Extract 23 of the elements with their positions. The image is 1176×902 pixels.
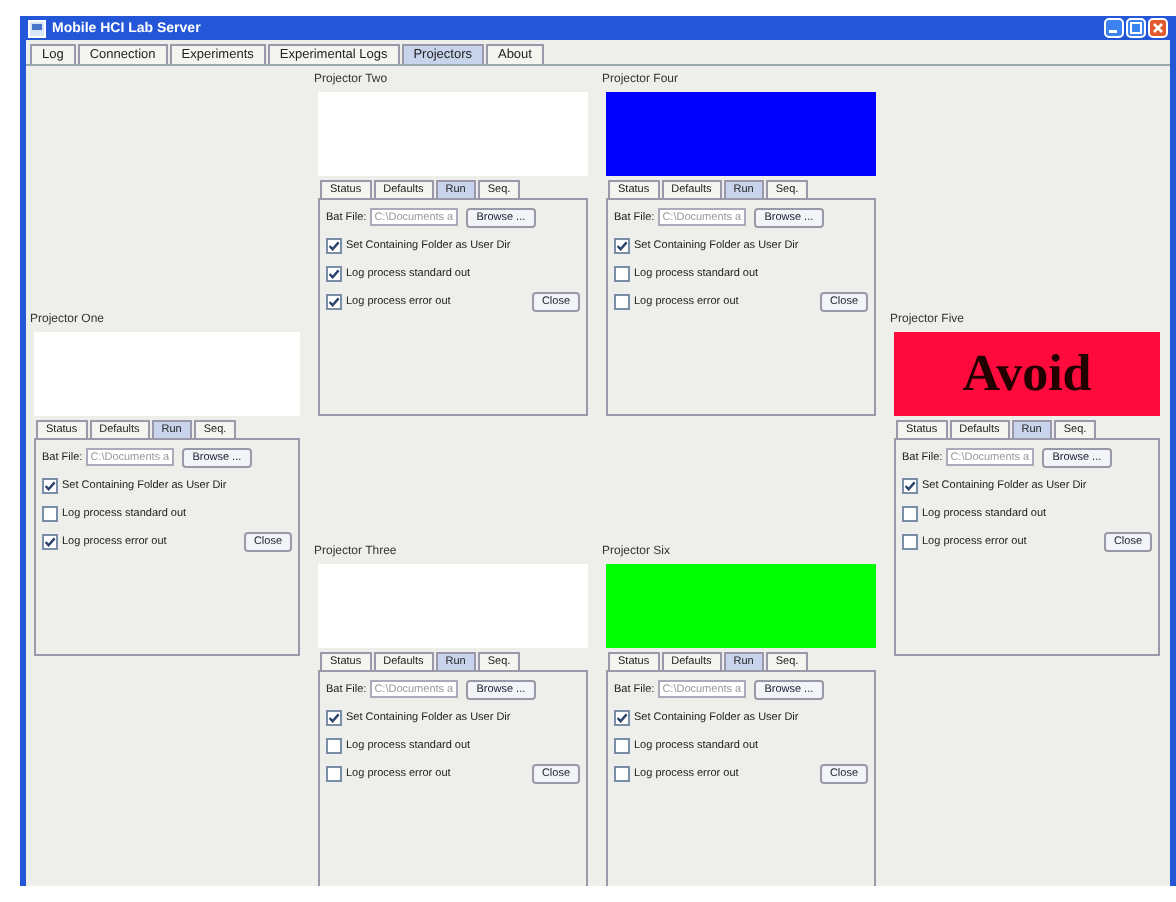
minimize-icon[interactable] <box>1104 18 1124 38</box>
checkbox[interactable] <box>614 765 630 781</box>
display-text: Avoid <box>962 344 1092 404</box>
checkbox[interactable] <box>326 265 342 281</box>
checkbox[interactable] <box>326 765 342 781</box>
maximize-icon[interactable] <box>1126 18 1146 38</box>
checkbox[interactable] <box>42 477 58 493</box>
checkbox[interactable] <box>42 505 58 521</box>
checkbox[interactable] <box>902 477 918 493</box>
checkbox[interactable] <box>902 505 918 521</box>
checkbox[interactable] <box>326 709 342 725</box>
app-icon <box>28 19 46 37</box>
checkbox[interactable] <box>614 237 630 253</box>
checkbox[interactable] <box>326 293 342 309</box>
checkbox[interactable] <box>326 737 342 753</box>
checkbox[interactable] <box>614 709 630 725</box>
checkbox[interactable] <box>614 737 630 753</box>
checkbox[interactable] <box>42 533 58 549</box>
checkbox[interactable] <box>326 237 342 253</box>
close-icon[interactable] <box>1148 18 1168 38</box>
checkbox[interactable] <box>614 293 630 309</box>
checkbox[interactable] <box>614 265 630 281</box>
checkbox[interactable] <box>902 533 918 549</box>
